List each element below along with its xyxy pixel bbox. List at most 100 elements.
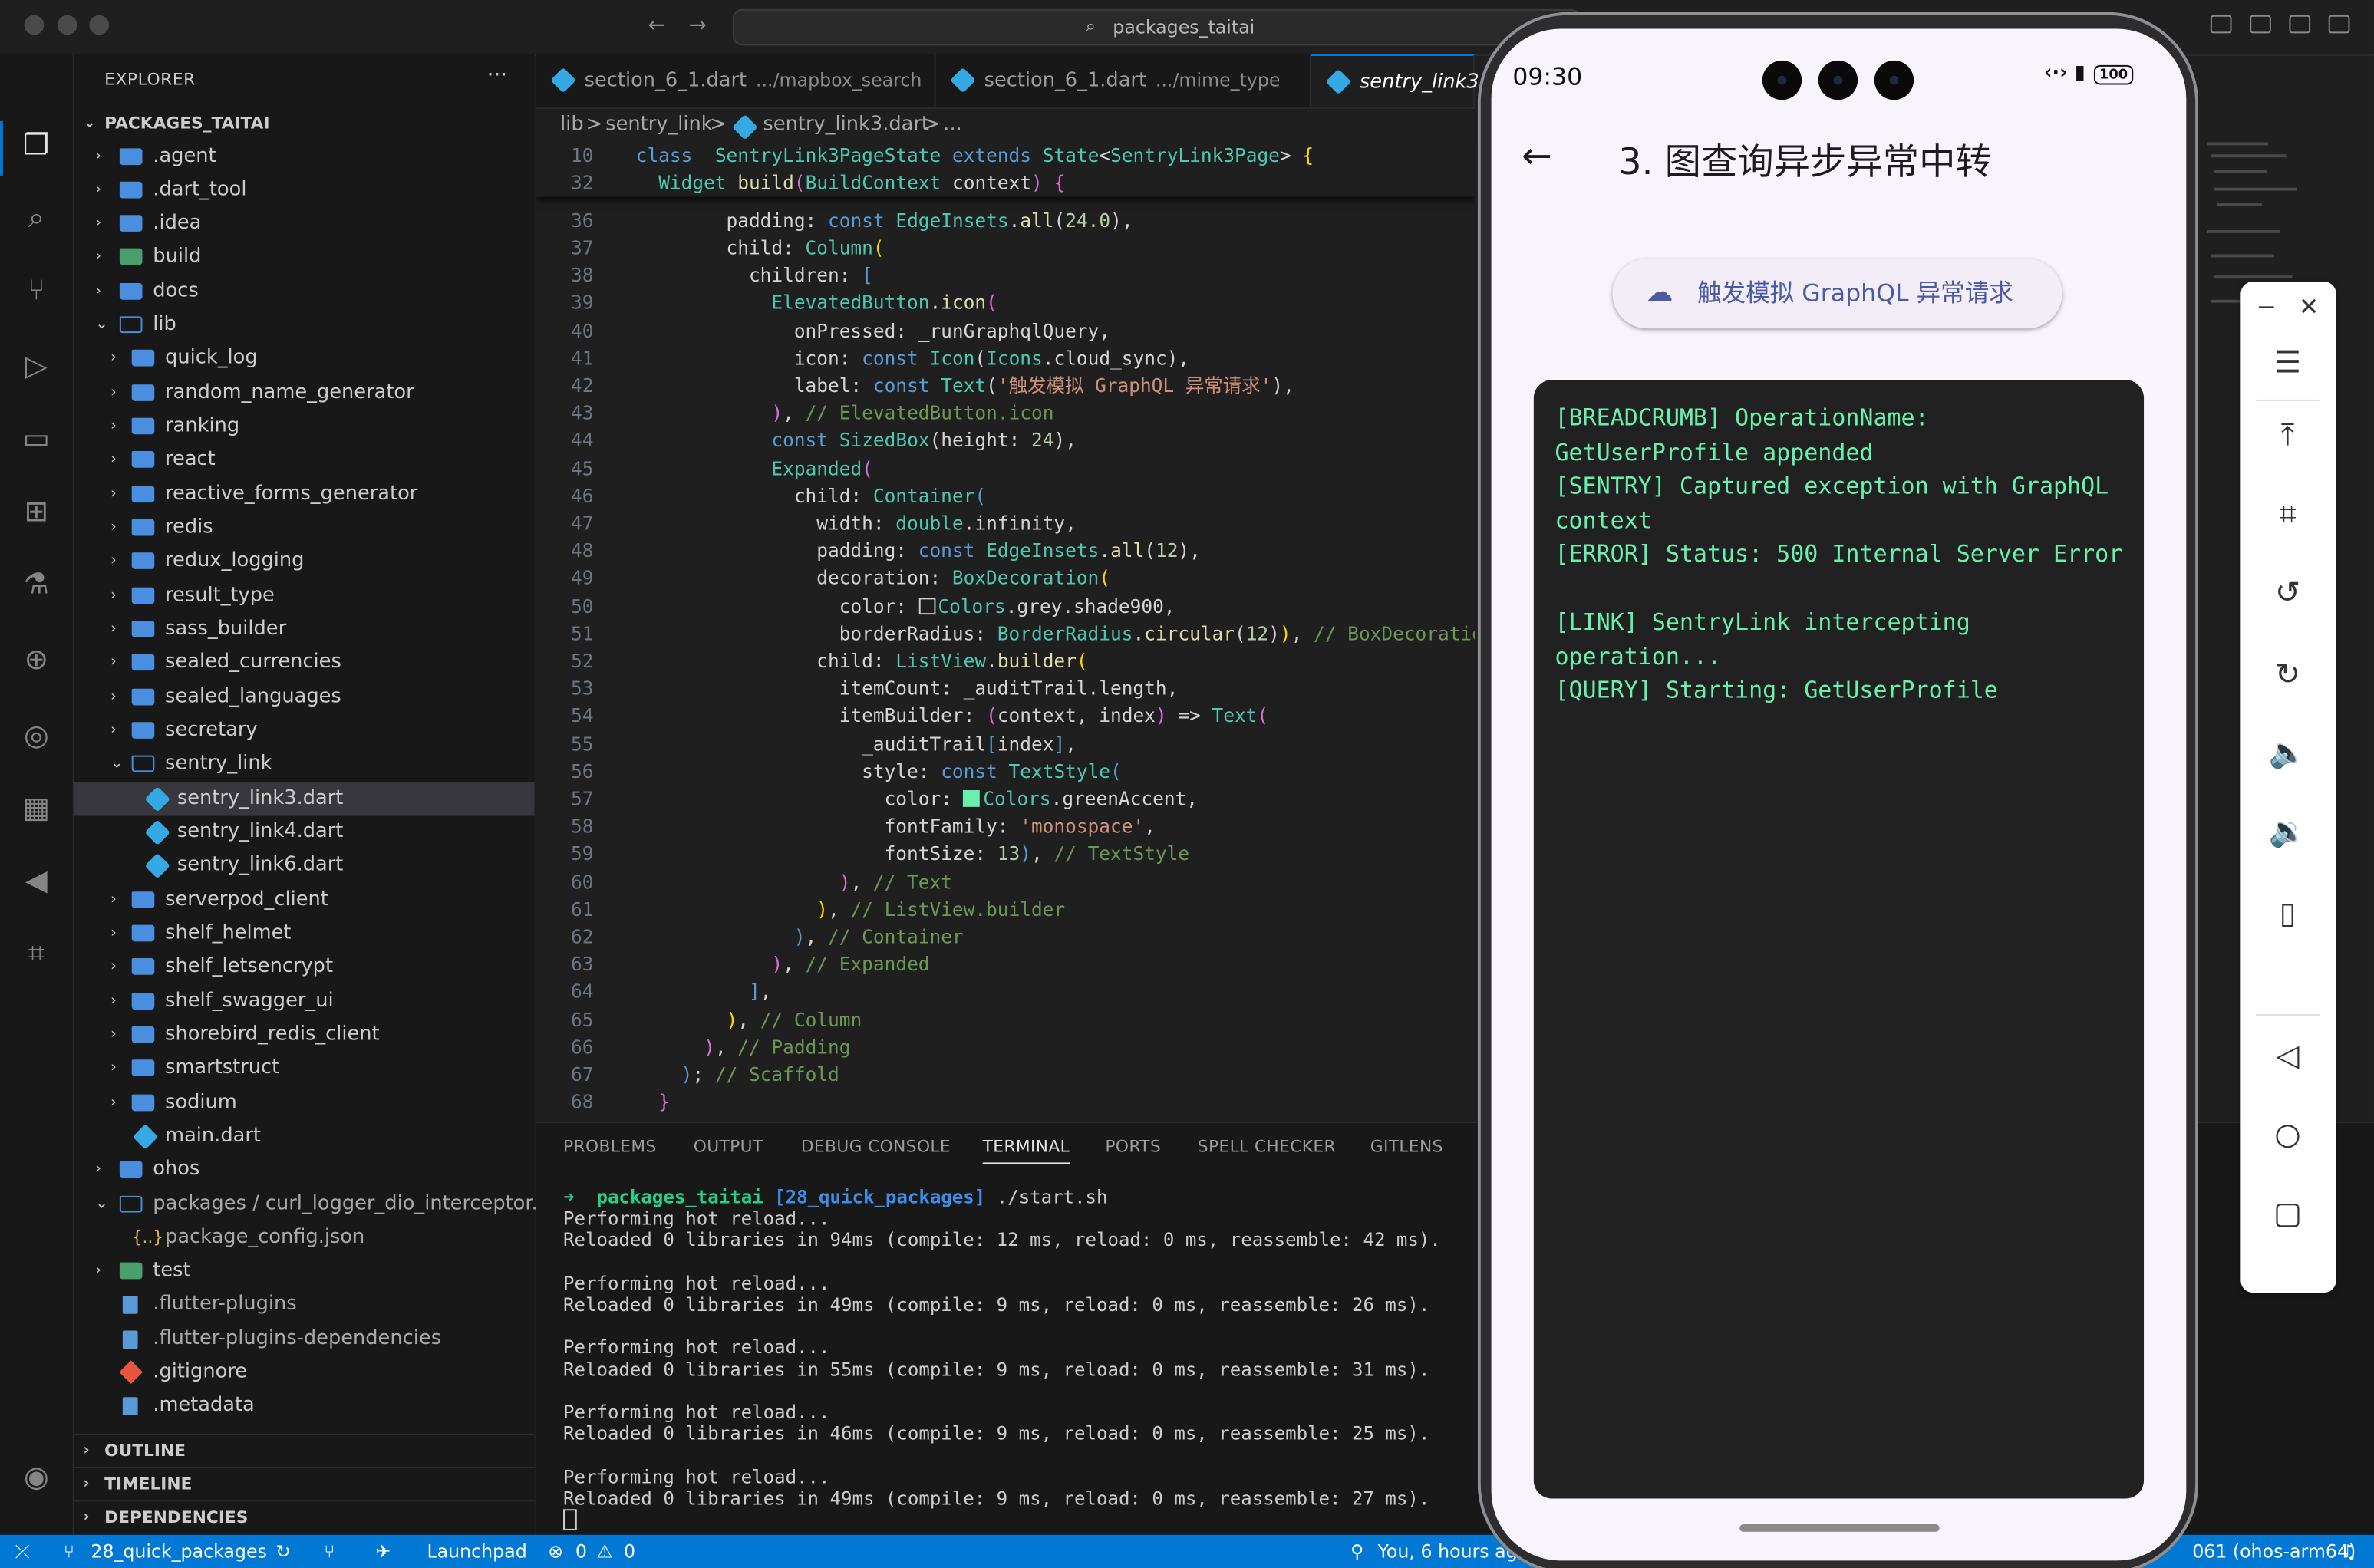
volume-down-icon[interactable]: 🔉 <box>2265 809 2310 854</box>
search-icon[interactable]: ⌕ <box>18 199 54 236</box>
tab-sentry-link3[interactable]: sentry_link3. <box>1311 54 1485 108</box>
home-icon[interactable]: ○ <box>2265 1111 2310 1156</box>
dependencies-section[interactable]: › DEPENDENCIES <box>74 1500 535 1534</box>
tree-item[interactable]: sentry_link4.dart <box>74 816 535 849</box>
tree-item[interactable]: › sealed_currencies <box>74 647 535 680</box>
layout-icon[interactable] <box>2210 15 2232 34</box>
tree-item[interactable]: › shorebird_redis_client <box>74 1019 535 1052</box>
tree-item[interactable]: › shelf_helmet <box>74 917 535 950</box>
tree-item[interactable]: ⌄ lib <box>74 309 535 342</box>
tree-item[interactable]: {..} package_config.json <box>74 1221 535 1254</box>
tree-item[interactable]: › redis <box>74 512 535 545</box>
tree-item[interactable]: ⌄ sentry_link <box>74 748 535 781</box>
tree-item[interactable]: › ohos <box>74 1154 535 1187</box>
status-launchpad[interactable]: Launchpad <box>427 1535 526 1568</box>
tree-item[interactable]: .gitignore <box>74 1356 535 1389</box>
git-graph-icon[interactable]: ⑂ <box>324 1535 335 1568</box>
close-window-button[interactable] <box>24 15 45 35</box>
tab-section-6-1-mime[interactable]: section_6_1.dart .../mime_type <box>935 54 1311 108</box>
tree-item[interactable]: › sodium <box>74 1087 535 1120</box>
tree-item[interactable]: › serverpod_client <box>74 884 535 917</box>
outline-section[interactable]: › OUTLINE <box>74 1433 535 1468</box>
home-indicator[interactable] <box>1739 1524 1940 1532</box>
gitlens-icon[interactable]: ◎ <box>18 717 54 753</box>
tab-ports[interactable]: PORTS <box>1105 1137 1161 1157</box>
tree-item[interactable]: .flutter-plugins <box>74 1288 535 1321</box>
status-device[interactable]: 061 (ohos-arm64) <box>2192 1535 2356 1568</box>
tree-item[interactable]: › redux_logging <box>74 545 535 578</box>
testing-icon[interactable]: ⚗ <box>18 566 54 602</box>
tree-item[interactable]: ⌄ packages / curl_logger_dio_interceptor.… <box>74 1188 550 1221</box>
back-icon[interactable]: ◁ <box>2265 1033 2310 1078</box>
tab-output[interactable]: OUTPUT <box>694 1137 763 1157</box>
remote-explorer-icon[interactable]: ▭ <box>18 421 54 457</box>
extensions-icon[interactable]: ⊞ <box>18 493 54 529</box>
tree-item[interactable]: › .idea <box>74 207 535 240</box>
tree-item[interactable]: .metadata <box>74 1389 535 1422</box>
rotate-left-icon[interactable]: ↺ <box>2265 569 2310 614</box>
toggle-panel-icon[interactable] <box>2289 15 2311 34</box>
tree-item[interactable]: › smartstruct <box>74 1052 535 1085</box>
tab-section-6-1-mapbox[interactable]: section_6_1.dart .../mapbox_search <box>536 54 936 108</box>
tree-item[interactable]: › shelf_swagger_ui <box>74 986 535 1019</box>
timeline-section[interactable]: › TIMELINE <box>74 1467 535 1501</box>
back-arrow-icon[interactable]: ← <box>648 14 666 38</box>
breadcrumb-sentry-link[interactable]: sentry_link <box>605 109 712 142</box>
pin-icon[interactable]: ⤒ <box>2265 412 2310 457</box>
tree-item[interactable]: › test <box>74 1255 535 1288</box>
breadcrumb-symbol[interactable]: ... <box>943 109 961 142</box>
minimize-icon[interactable]: − <box>2244 285 2289 330</box>
scan-icon[interactable]: ⌗ <box>18 935 54 971</box>
toggle-secondary-sidebar-icon[interactable] <box>2328 15 2350 34</box>
tab-problems[interactable]: PROBLEMS <box>563 1137 657 1157</box>
source-control-icon[interactable]: ⑂ <box>18 272 54 308</box>
status-branch[interactable]: 28_quick_packages <box>91 1535 266 1568</box>
tab-debug-console[interactable]: DEBUG CONSOLE <box>801 1137 951 1157</box>
bell-icon[interactable]: ♫ <box>2341 1535 2357 1568</box>
tree-item[interactable]: › secretary <box>74 714 535 747</box>
tree-item-selected[interactable]: sentry_link3.dart <box>74 782 535 816</box>
menu-icon[interactable]: ☰ <box>2265 339 2310 384</box>
trigger-graphql-button[interactable]: ☁ 触发模拟 GraphQL 异常请求 <box>1612 259 2062 329</box>
tree-item[interactable]: › sass_builder <box>74 613 535 646</box>
rotate-right-icon[interactable]: ↻ <box>2265 651 2310 696</box>
containers-icon[interactable]: ▦ <box>18 790 54 826</box>
tree-item[interactable]: › random_name_generator <box>74 377 535 410</box>
command-center-search[interactable]: ⌕ packages_taitai <box>733 8 1581 46</box>
remote-icon[interactable]: ⤫ <box>15 1535 30 1568</box>
tree-item[interactable]: › build <box>74 241 535 274</box>
code-editor[interactable]: 10 class _SentryLink3PageState extends St… <box>536 142 1475 1121</box>
tree-item[interactable]: › result_type <box>74 580 535 613</box>
tree-item[interactable]: › .dart_tool <box>74 174 535 207</box>
tree-item[interactable]: › ranking <box>74 410 535 443</box>
breadcrumb-file[interactable]: sentry_link3.dart <box>763 109 928 142</box>
git-graph-icon[interactable]: ⊕ <box>18 642 54 678</box>
toggle-sidebar-icon[interactable] <box>2250 15 2271 34</box>
breadcrumb-lib[interactable]: lib <box>560 109 584 142</box>
explorer-icon[interactable]: ❐ <box>18 127 54 163</box>
tree-item[interactable]: › docs <box>74 275 535 308</box>
tab-terminal[interactable]: TERMINAL <box>982 1137 1070 1164</box>
shake-icon[interactable]: ▯ <box>2265 890 2310 935</box>
run-debug-icon[interactable]: ▷ <box>18 348 54 384</box>
back-arrow-icon[interactable]: ← <box>1522 135 1552 177</box>
audit-trail-log[interactable]: [BREADCRUMB] OperationName: GetUserProfi… <box>1533 380 2145 1499</box>
tree-root[interactable]: ⌄ PACKAGES_TAITAI <box>74 107 535 140</box>
tree-item[interactable]: › .agent <box>74 141 535 174</box>
more-actions-icon[interactable]: ··· <box>487 64 507 88</box>
forward-arrow-icon[interactable]: → <box>689 14 707 38</box>
tree-item[interactable]: sentry_link6.dart <box>74 849 535 882</box>
account-icon[interactable]: ◉ <box>18 1459 54 1495</box>
zoom-window-button[interactable] <box>89 15 110 35</box>
minimize-window-button[interactable] <box>57 15 77 35</box>
tree-item[interactable]: › shelf_letsencrypt <box>74 950 535 983</box>
tree-item[interactable]: › reactive_forms_generator <box>74 479 535 512</box>
volume-up-icon[interactable]: 🔈 <box>2265 730 2310 775</box>
tree-item[interactable]: main.dart <box>74 1120 535 1153</box>
tree-item[interactable]: › react <box>74 443 535 476</box>
recents-icon[interactable]: ▢ <box>2265 1190 2310 1235</box>
status-errors[interactable]: 0 <box>575 1535 587 1568</box>
tab-gitlens[interactable]: GITLENS <box>1370 1137 1443 1157</box>
tab-spell-checker[interactable]: SPELL CHECKER <box>1198 1137 1336 1157</box>
tree-item[interactable]: .flutter-plugins-dependencies <box>74 1323 535 1356</box>
